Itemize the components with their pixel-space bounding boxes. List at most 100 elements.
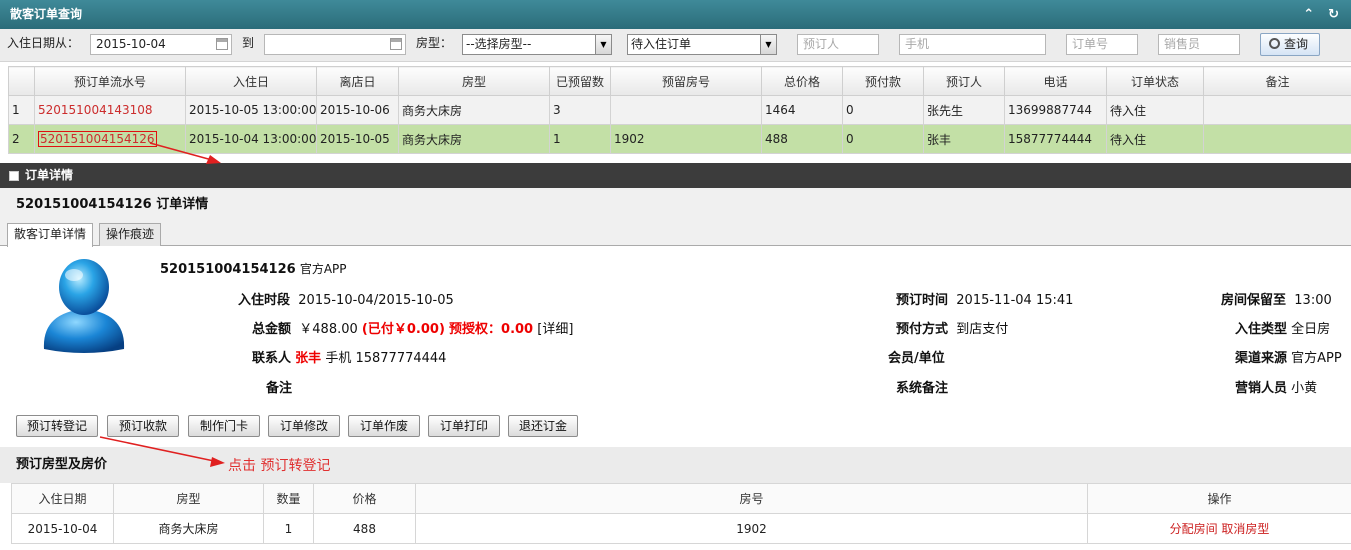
checkin-from-input[interactable]: 2015-10-04 [90,34,232,55]
pay-method-label: 预付方式 [896,322,949,337]
phone-input[interactable]: 手机 [899,34,1046,55]
col-header[interactable]: 订单状态 [1106,66,1204,96]
col-header: 数量 [263,483,314,514]
col-header[interactable]: 预订单流水号 [34,66,186,96]
cell: 1902 [610,124,762,154]
orders-header-row: 预订单流水号 入住日 离店日 房型 已预留数 预留房号 总价格 预付款 预订人 … [8,66,1351,96]
search-bar: 入住日期从： 2015-10-04 到 房型： --选择房型-- ▼ 待入住订单… [0,29,1351,62]
window-title: 散客订单查询 [10,7,83,21]
order-no-input[interactable]: 订单号 [1066,34,1138,55]
detail-panel-bar[interactable]: 订单详情 [0,163,1351,188]
row-number: 2 [8,124,35,154]
total-label: 总金额 [252,322,292,337]
cell: 待入住 [1106,95,1204,125]
room-type-value: --选择房型-- [466,37,532,51]
cell: 3 [549,95,611,125]
sales-input[interactable]: 销售员 [1158,34,1240,55]
user-avatar-icon [43,259,125,353]
cancel-room-type-link[interactable]: 取消房型 [1221,522,1269,536]
print-order-button[interactable]: 订单打印 [428,415,500,437]
col-header[interactable]: 预付款 [842,66,924,96]
contact-name: 张丰 [295,351,322,366]
col-header[interactable]: 备注 [1203,66,1351,96]
order-filter-select[interactable]: 待入住订单 ▼ [627,34,777,55]
order-no-link[interactable]: 520151004154126 [38,131,157,147]
channel-label: 渠道来源 [1235,351,1288,366]
col-header: 房型 [113,483,264,514]
order-filter-value: 待入住订单 [631,37,692,51]
cell: 张先生 [923,95,1005,125]
col-header[interactable]: 预订人 [923,66,1005,96]
cell: 商务大床房 [398,95,550,125]
cell: 1464 [761,95,843,125]
cell: 488 [761,124,843,154]
col-header[interactable]: 房型 [398,66,550,96]
tab-operation-log[interactable]: 操作痕迹 [99,223,162,246]
cell: 2015-10-05 [316,124,399,154]
cell: 1 [263,513,314,544]
col-header: 价格 [313,483,416,514]
table-row[interactable]: 2 520151004154126 2015-10-04 13:00:00 20… [8,124,1351,154]
cell: 0 [842,124,924,154]
cell: 待入住 [1106,124,1204,154]
collapse-icon[interactable] [9,171,19,181]
booker-input[interactable]: 预订人 [797,34,879,55]
col-header: 操作 [1087,483,1351,514]
cell: 2015-10-04 [11,513,114,544]
room-type-label: 房型： [416,36,453,50]
search-icon [1269,38,1280,49]
refresh-icon[interactable]: ↻ [1328,0,1339,29]
col-header[interactable]: 电话 [1004,66,1107,96]
cell: 488 [313,513,416,544]
collect-payment-button[interactable]: 预订收款 [107,415,179,437]
channel-value: 官方APP [1291,351,1342,366]
annotation-text: 点击 预订转登记 [228,458,331,474]
sys-remark-label: 系统备注 [896,381,949,396]
refund-deposit-button[interactable]: 退还订金 [508,415,578,437]
cell: 2015-10-06 [316,95,399,125]
checkin-type-value: 全日房 [1291,322,1331,337]
convert-to-checkin-button[interactable]: 预订转登记 [16,415,98,437]
cell [610,95,762,125]
make-keycard-button[interactable]: 制作门卡 [188,415,260,437]
col-header[interactable]: 离店日 [316,66,399,96]
hold-until-value: 13:00 [1294,293,1332,308]
checkin-type-label: 入住类型 [1235,322,1288,337]
member-label: 会员/单位 [888,351,945,366]
detail-order-no: 520151004154126 [160,262,296,277]
tab-order-detail[interactable]: 散客订单详情 [7,223,94,247]
col-header: 房号 [415,483,1088,514]
void-order-button[interactable]: 订单作废 [348,415,420,437]
order-no-link[interactable]: 520151004143108 [34,95,186,125]
cell: 13699887744 [1004,95,1107,125]
room-price-section-title: 预订房型及房价 [0,447,1351,483]
modify-order-button[interactable]: 订单修改 [268,415,340,437]
chevron-down-icon[interactable]: ▼ [760,35,776,54]
stay-label: 入住时段 [238,293,291,308]
col-header[interactable]: 总价格 [761,66,843,96]
table-row[interactable]: 1 520151004143108 2015-10-05 13:00:00 20… [8,95,1351,125]
col-header: 入住日期 [11,483,114,514]
cell [1203,95,1351,125]
calendar-icon[interactable] [216,38,228,50]
to-label: 到 [242,36,255,50]
col-header[interactable]: 预留房号 [610,66,762,96]
query-button[interactable]: 查询 [1260,33,1320,56]
detail-link[interactable]: [详细] [537,322,573,337]
col-header[interactable]: 已预留数 [549,66,611,96]
stay-value: 2015-10-04/2015-10-05 [298,293,454,308]
collapse-icon[interactable]: ⌃ [1303,0,1314,29]
room-price-table: 入住日期 房型 数量 价格 房号 操作 2015-10-04 商务大床房 1 4… [11,483,1351,544]
booked-at-value: 2015-11-04 15:41 [956,293,1074,308]
room-type-select[interactable]: --选择房型-- ▼ [462,34,612,55]
col-header[interactable]: 入住日 [185,66,317,96]
remark-label: 备注 [266,381,293,396]
detail-heading: 520151004154126 订单详情 [0,188,1351,221]
calendar-icon[interactable] [390,38,402,50]
order-no-cell[interactable]: 520151004154126 [34,124,186,154]
chevron-down-icon[interactable]: ▼ [595,35,611,54]
checkin-to-input[interactable] [264,34,406,55]
cell: 1 [549,124,611,154]
assign-room-link[interactable]: 分配房间 [1170,522,1218,536]
detail-panel-title: 订单详情 [25,168,74,182]
